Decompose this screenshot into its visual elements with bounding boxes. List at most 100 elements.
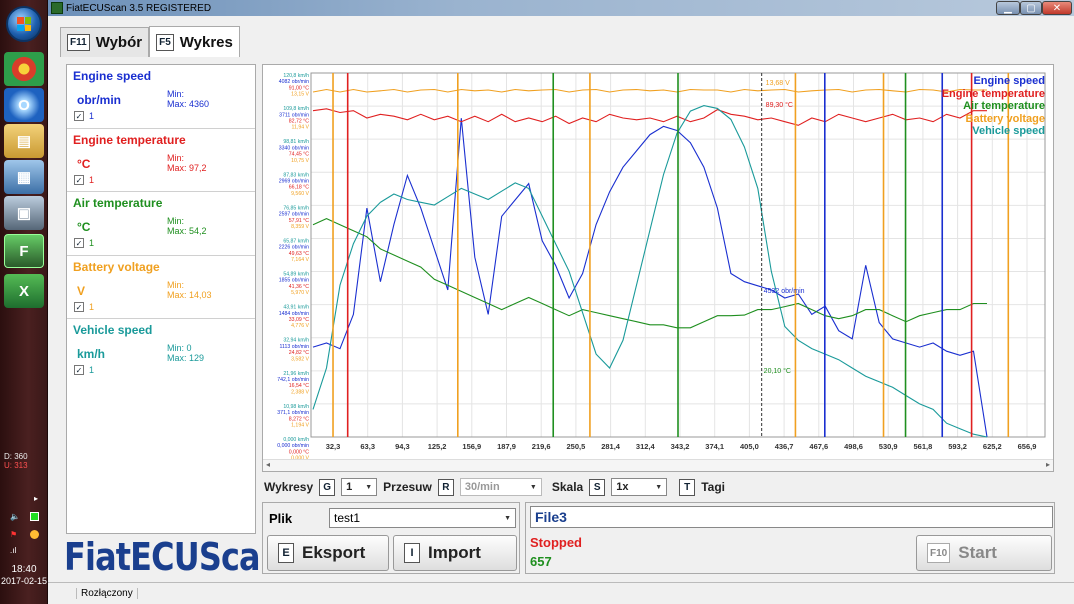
x-tick-label: 281,4 [601,442,621,451]
series-max: Max: 54,2 [167,226,207,236]
close-button[interactable]: ✕ [1042,1,1072,15]
series-card-vehicle-speed[interactable]: Vehicle speed km/h Min: 0 Max: 129 ✓ 1 [67,319,255,383]
tab-wykres-label: Wykres [179,33,233,51]
network-signal-icon[interactable]: .ıl [10,546,16,555]
y-tick-label: 10,98 km/h [283,404,309,410]
y-tick-label: 74,45 °C [289,152,309,158]
app-window: FiatECUScan 3.5 REGISTERED ▁ ▢ ✕ F11 Wyb… [48,0,1074,604]
eksport-button[interactable]: E Eksport [267,535,389,571]
series-min: Min: [167,279,185,290]
show-hidden-icon[interactable]: ▸ [34,494,38,503]
clock-time[interactable]: 18:40 [0,564,48,575]
app-tray-icon[interactable] [30,512,39,521]
series-checkbox[interactable]: ✓ [74,238,84,248]
series-checkbox-value: 1 [89,111,95,121]
series-card-battery-voltage[interactable]: Battery voltage V Min: Max: 14,03 ✓ 1 [67,256,255,319]
series-title: Engine speed [73,69,152,83]
legend-battery-voltage: Battery voltage [965,112,1045,125]
file-panel: Plik test1 ▼ E Eksport I Import [262,502,520,574]
series-line-engine-temperature [312,108,987,126]
scroll-right-icon[interactable]: ▸ [1046,460,1050,469]
y-tick-label: 9,560 V [291,191,309,197]
chevron-down-icon: ▼ [365,483,373,491]
y-tick-label: 98,81 km/h [283,139,309,145]
x-tick-label: 467,6 [809,442,828,451]
x-tick-label: 625,2 [983,442,1002,451]
chart-area[interactable]: 120,8 km/h 4082 obr/min 91,00 °C 13,15 V 109… [262,64,1054,472]
status-bar: Rozłączony [48,582,1074,604]
plik-select[interactable]: test1 ▼ [329,508,516,528]
series-card-air-temperature[interactable]: Air temperature °C Min: Max: 54,2 ✓ 1 [67,192,255,256]
przesuw-key: R [437,478,454,496]
wykresy-select[interactable]: 1 ▼ [341,478,378,496]
minimize-button[interactable]: ▁ [996,1,1020,15]
x-tick-label: 374,1 [705,442,724,451]
skala-key: S [589,478,606,496]
file-name-field[interactable]: File3 [530,506,1053,528]
series-max: Max: 4360 [167,99,210,109]
y-tick-label: 65,87 km/h [283,238,309,244]
windows-logo-icon [17,17,31,31]
y-tick-label: 0,000 obr/min [277,443,309,449]
volume-icon[interactable]: 🔈 [10,512,20,521]
przesuw-label: Przesuw [383,480,432,494]
chrome-taskbar-icon[interactable] [4,52,44,86]
flag-icon[interactable]: ⚑ [10,530,17,539]
y-tick-label: 8,272 °C [289,416,309,422]
series-checkbox[interactable]: ✓ [74,111,84,121]
chart-svg: 120,8 km/h4082 obr/min91,00 °C13,15 V 109… [277,72,1046,459]
series-checkbox[interactable]: ✓ [74,174,84,185]
connection-status: Rozłączony [76,588,138,599]
y-tick-label: 87,83 km/h [283,172,309,178]
maximize-button[interactable]: ▢ [1020,1,1042,15]
tab-wykres[interactable]: F5 Wykres [149,26,240,57]
series-max: Max: 14,03 [167,289,212,300]
series-checkbox-value: 1 [89,174,95,185]
fiatecuscan-taskbar-icon[interactable]: F [4,234,44,268]
y-tick-label: 8,359 V [291,224,309,230]
przesuw-select[interactable]: 30/min ▼ [459,478,542,496]
series-title: Engine temperature [73,132,186,147]
tab-wybor[interactable]: F11 Wybór [60,27,150,57]
y-tick-label: 10,75 V [291,158,309,164]
series-max: Max: 97,2 [167,162,207,173]
import-button[interactable]: I Import [393,535,517,571]
x-tick-label: 312,4 [636,442,656,451]
x-tick-label: 219,6 [532,442,551,451]
legend-engine-temperature: Engine temperature [941,87,1045,100]
legend-engine-speed: Engine speed [973,75,1045,87]
series-checkbox-value: 1 [89,301,95,312]
chevron-down-icon: ▼ [529,483,537,491]
network-taskbar-icon[interactable]: ▦ [4,160,44,194]
series-checkbox-value: 1 [89,365,95,375]
series-checkbox[interactable]: ✓ [74,301,84,312]
chart-controls: Wykresy G 1 ▼ Przesuw R 30/min ▼ Skala S 1… [264,476,725,498]
y-tick-label: 33,09 °C [289,317,309,323]
series-title: Battery voltage [73,259,160,274]
y-tick-label: 54,89 km/h [283,272,309,278]
scroll-left-icon[interactable]: ◂ [266,460,270,469]
monitor-taskbar-icon[interactable]: ▣ [4,196,44,230]
series-card-engine-speed[interactable]: Engine speed obr/min Min: Max: 4360 ✓ 1 [67,65,255,129]
series-unit: km/h [77,347,106,361]
y-tick-label: 11,94 V [292,125,310,131]
opera-taskbar-icon[interactable]: O [4,88,44,122]
excel-taskbar-icon[interactable]: X [4,274,44,308]
series-card-engine-temperature[interactable]: Engine temperature °C Min: Max: 97,2 ✓ 1 [67,129,255,192]
tab-bar: F11 Wybór F5 Wykres [60,26,240,57]
start-button[interactable] [6,6,42,42]
start-button-app[interactable]: F10 Start [916,535,1052,571]
eksport-key: E [278,543,294,563]
series-checkbox[interactable]: ✓ [74,365,84,375]
cursor-annotation: 4532 obr/min [764,288,805,295]
y-tick-label: 3711 obr/min [279,112,309,118]
tagi-key[interactable]: T [679,478,696,496]
taskbar: O ▤ ▦ ▣ F X D: 360 U: 313 ▸ 🔈 ⚑ .ıl 18:4… [0,0,48,604]
clock-date[interactable]: 2017-02-15 [0,576,48,586]
chart-horizontal-scrollbar[interactable]: ◂ ▸ [263,459,1053,471]
y-tick-label: 4082 obr/min [279,79,309,85]
explorer-taskbar-icon[interactable]: ▤ [4,124,44,158]
x-tick-label: 63,3 [360,442,375,451]
chrome-tray-icon[interactable] [30,530,39,539]
skala-select[interactable]: 1x ▼ [611,478,668,496]
